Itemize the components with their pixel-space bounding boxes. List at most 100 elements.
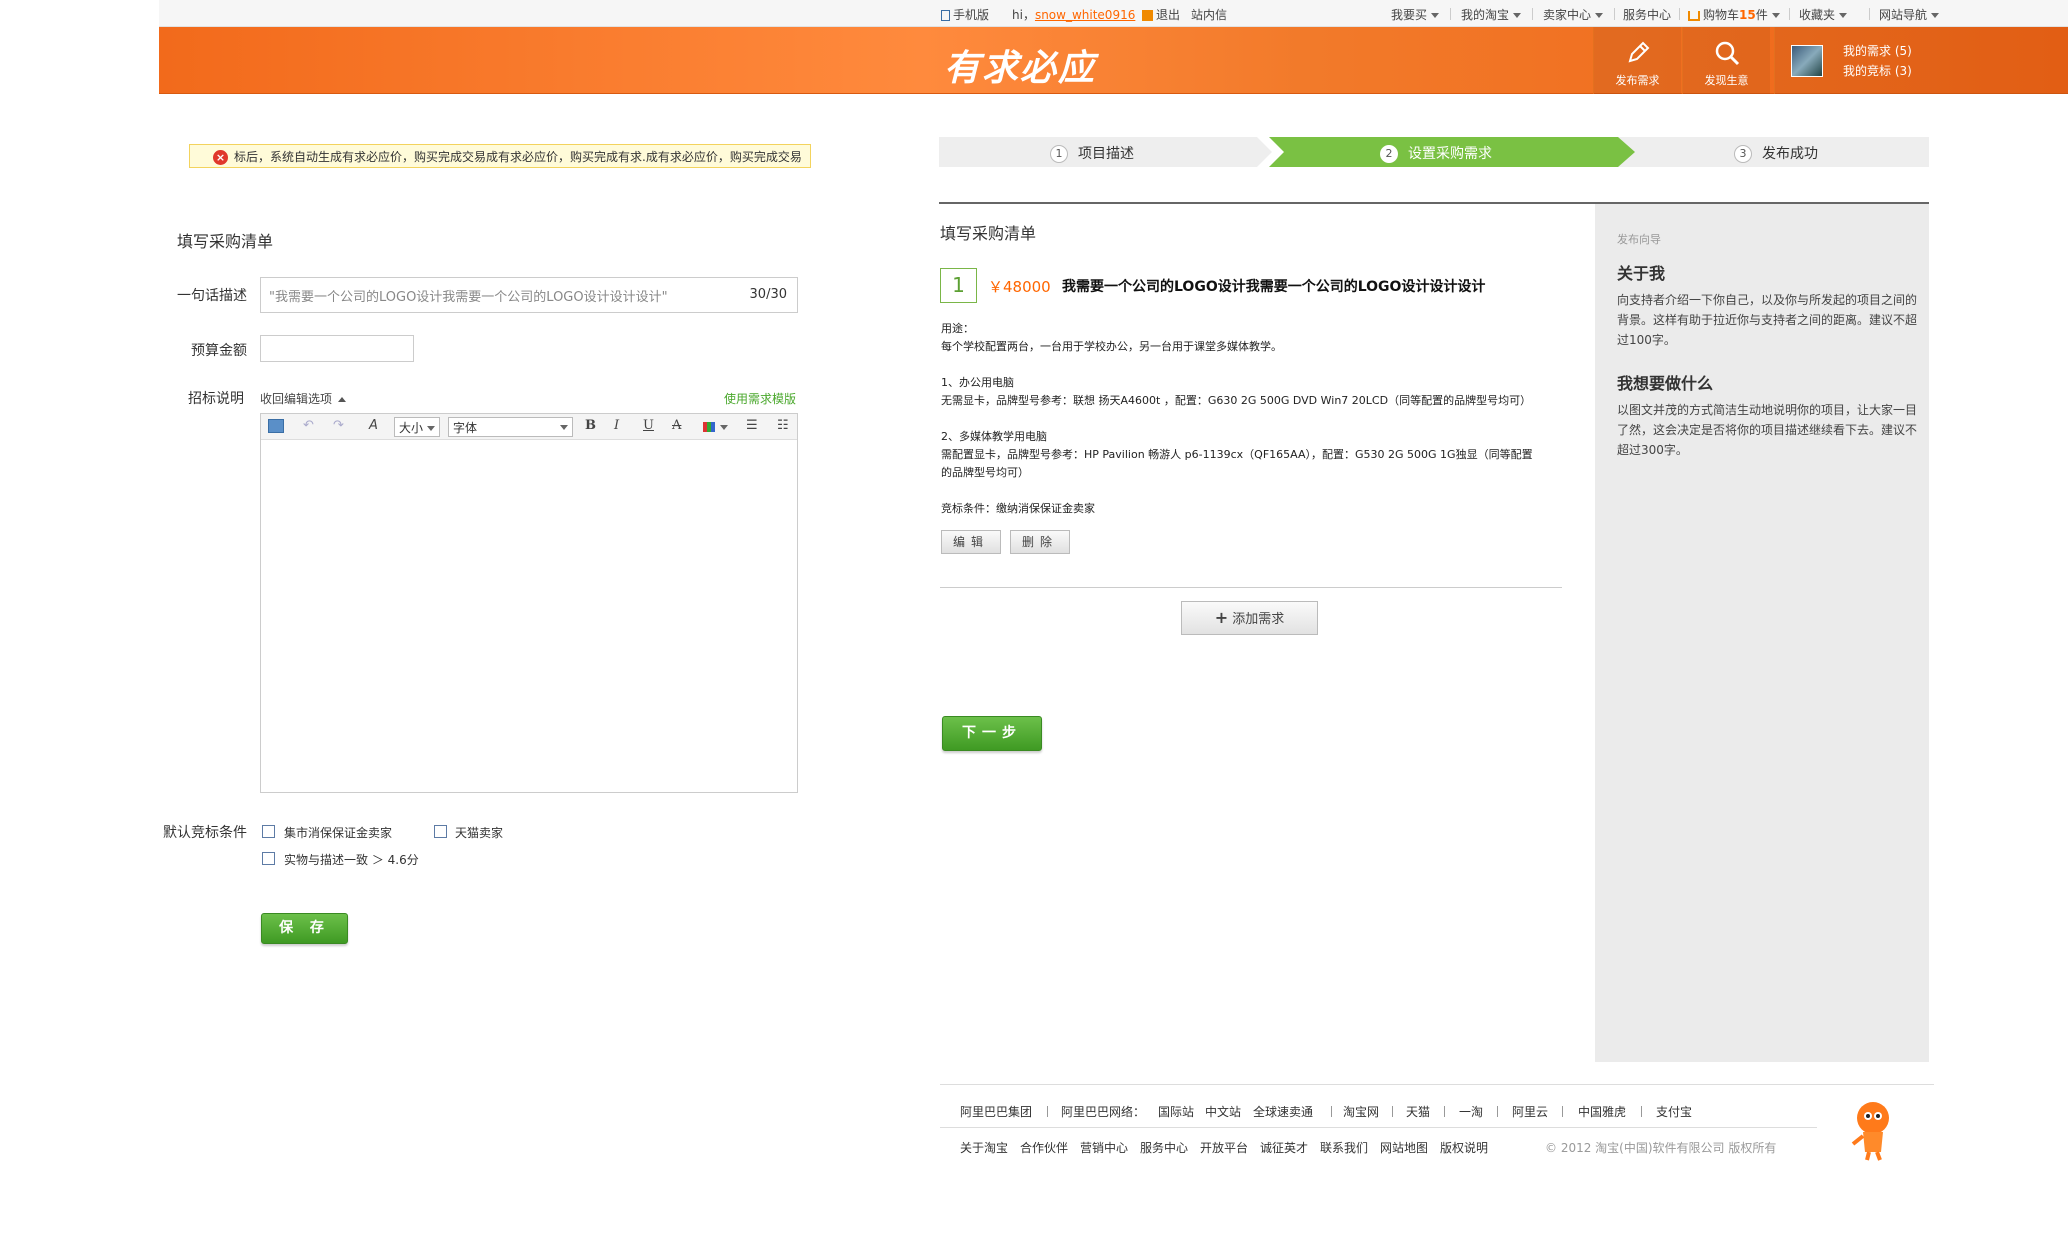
pencil-icon	[1628, 41, 1649, 63]
inbox-link[interactable]: 站内信	[1191, 6, 1227, 23]
guide-heading-goal: 我想要做什么	[1617, 374, 1714, 393]
footer-link[interactable]: 中文站	[1205, 1103, 1241, 1120]
use-template-link[interactable]: 使用需求模版	[724, 390, 796, 407]
mascot-icon	[1851, 1102, 1889, 1161]
bold-icon[interactable]: B	[585, 418, 596, 433]
chevron-down-icon	[1513, 13, 1522, 18]
copyright: © 2012 淘宝(中国)软件有限公司 版权所有	[1545, 1141, 1777, 1155]
divider	[1392, 1106, 1393, 1117]
strikethrough-icon[interactable]: A	[672, 418, 681, 433]
font-size-select[interactable]: 大小	[394, 417, 440, 437]
logout-link[interactable]: 退出	[1142, 6, 1180, 23]
site-nav-menu[interactable]: 网站导航	[1879, 6, 1940, 23]
numbered-list-icon[interactable]: ☷	[777, 418, 789, 433]
checkbox-description-match[interactable]	[262, 852, 275, 865]
footer-link[interactable]: 支付宝	[1656, 1103, 1692, 1120]
site-header: 有求必应 发布需求 发现生意 我的需求 (5) 我的竞标 (3)	[159, 27, 2068, 94]
usage-text: 每个学校配置两台，一台用于学校办公，另一台用于课堂多媒体教学。	[941, 340, 1282, 353]
footer-link[interactable]: 开放平台	[1200, 1139, 1248, 1156]
footer-link[interactable]: 联系我们	[1320, 1139, 1368, 1156]
discover-business-button[interactable]: 发现生意	[1682, 27, 1770, 94]
item1-text: 无需显卡，品牌型号参考：联想 扬天A4600t ，配置：G630 2G 500G…	[941, 394, 1532, 407]
budget-input[interactable]	[260, 335, 414, 362]
font-family-select[interactable]: 字体	[448, 417, 573, 437]
chevron-up-icon	[338, 397, 347, 402]
footer-divider	[940, 1084, 1934, 1085]
footer-link: 阿里巴巴网络：	[1061, 1105, 1146, 1119]
divider	[1789, 8, 1790, 20]
italic-icon[interactable]: I	[614, 418, 619, 433]
redo-icon[interactable]: ↷	[333, 418, 344, 433]
divider	[1641, 1106, 1642, 1117]
checkbox-tmall-seller[interactable]	[434, 825, 447, 838]
cart-icon	[1688, 10, 1700, 21]
footer-link[interactable]: 一淘	[1459, 1103, 1483, 1120]
footer-link[interactable]: 天猫	[1406, 1103, 1430, 1120]
bullet-list-icon[interactable]: ☰	[746, 418, 758, 433]
greeting: hi，snow_white0916	[1012, 8, 1136, 22]
username-link[interactable]: snow_white0916	[1035, 8, 1135, 22]
add-requirement-button[interactable]: + 添加需求	[1181, 601, 1318, 635]
footer-link[interactable]: 服务中心	[1140, 1139, 1188, 1156]
logo[interactable]: 有求必应	[944, 39, 1096, 91]
service-center-link[interactable]: 服务中心	[1623, 6, 1671, 23]
divider	[1444, 1106, 1445, 1117]
next-step-button[interactable]: 下一步	[942, 716, 1042, 751]
divider	[1562, 1106, 1563, 1117]
footer-link[interactable]: 阿里巴巴集团	[960, 1103, 1032, 1120]
char-count: 30/30	[749, 287, 787, 302]
divider	[1869, 8, 1870, 20]
divider	[1679, 8, 1680, 20]
delete-button[interactable]: 删除	[1010, 530, 1070, 554]
search-icon	[1715, 41, 1739, 66]
main-title: 填写采购清单	[940, 224, 1037, 243]
one-line-description-input[interactable]: "我需要一个公司的LOGO设计我需要一个公司的LOGO设计设计设计" 30/30	[260, 277, 798, 313]
save-button[interactable]: 保 存	[261, 913, 348, 944]
footer-link[interactable]: 淘宝网	[1343, 1103, 1379, 1120]
publish-demand-button[interactable]: 发布需求	[1593, 27, 1681, 94]
collapse-editor-options[interactable]: 收回编辑选项	[260, 390, 347, 407]
chevron-down-icon	[1595, 13, 1604, 18]
footer-link[interactable]: 营销中心	[1080, 1139, 1128, 1156]
edit-button[interactable]: 编辑	[941, 530, 1001, 554]
chevron-down-icon	[560, 425, 568, 430]
avatar[interactable]	[1791, 45, 1823, 77]
insert-image-icon[interactable]	[268, 419, 284, 433]
default-conditions-label: 默认竞标条件	[163, 825, 247, 841]
format-painter-icon[interactable]: A	[369, 418, 378, 433]
divider	[1047, 1106, 1048, 1117]
user-panel: 我的需求 (5) 我的竞标 (3)	[1774, 27, 2068, 94]
color-grid-icon[interactable]	[703, 422, 715, 432]
chevron-down-icon	[1771, 13, 1780, 18]
footer-link[interactable]: 合作伙伴	[1020, 1139, 1068, 1156]
item1-title: 1、办公用电脑	[941, 376, 1014, 389]
footer-link[interactable]: 全球速卖通	[1253, 1103, 1313, 1120]
guide-text-about: 向支持者介绍一下你自己，以及你与所发起的项目之间的背景。这样有助于拉近你与支持者…	[1617, 293, 1918, 347]
cart-menu[interactable]: 购物车15件	[1688, 6, 1780, 23]
footer-link[interactable]: 网站地图	[1380, 1139, 1428, 1156]
footer-link[interactable]: 版权说明	[1440, 1139, 1488, 1156]
seller-center-menu[interactable]: 卖家中心	[1543, 6, 1604, 23]
guide-heading-about: 关于我	[1617, 264, 1666, 283]
underline-icon[interactable]: U	[643, 418, 654, 433]
my-demands-link[interactable]: 我的需求 (5)	[1843, 42, 1912, 59]
undo-icon[interactable]: ↶	[303, 418, 314, 433]
my-taobao-menu[interactable]: 我的淘宝	[1461, 6, 1522, 23]
budget-label: 预算金额	[191, 343, 247, 359]
footer-link[interactable]: 阿里云	[1512, 1103, 1548, 1120]
buy-menu[interactable]: 我要买	[1391, 6, 1440, 23]
top-utility-bar: 手机版 hi，snow_white0916 退出 站内信 我要买 我的淘宝 卖家…	[159, 0, 2068, 27]
checkbox-tmall-seller-label: 天猫卖家	[455, 826, 504, 840]
footer-link[interactable]: 国际站	[1158, 1103, 1194, 1120]
footer-link[interactable]: 中国雅虎	[1578, 1103, 1626, 1120]
desc-label: 一句话描述	[177, 288, 247, 304]
footer-link[interactable]: 关于淘宝	[960, 1139, 1008, 1156]
footer-link[interactable]: 诚征英才	[1260, 1139, 1308, 1156]
checkbox-deposit-seller[interactable]	[262, 825, 275, 838]
mobile-link[interactable]: 手机版	[941, 6, 989, 23]
chevron-down-icon	[1839, 13, 1848, 18]
guide-small-title: 发布向导	[1617, 233, 1661, 246]
divider	[1497, 1106, 1498, 1117]
favorites-menu[interactable]: 收藏夹	[1799, 6, 1848, 23]
my-bids-link[interactable]: 我的竞标 (3)	[1843, 62, 1912, 79]
